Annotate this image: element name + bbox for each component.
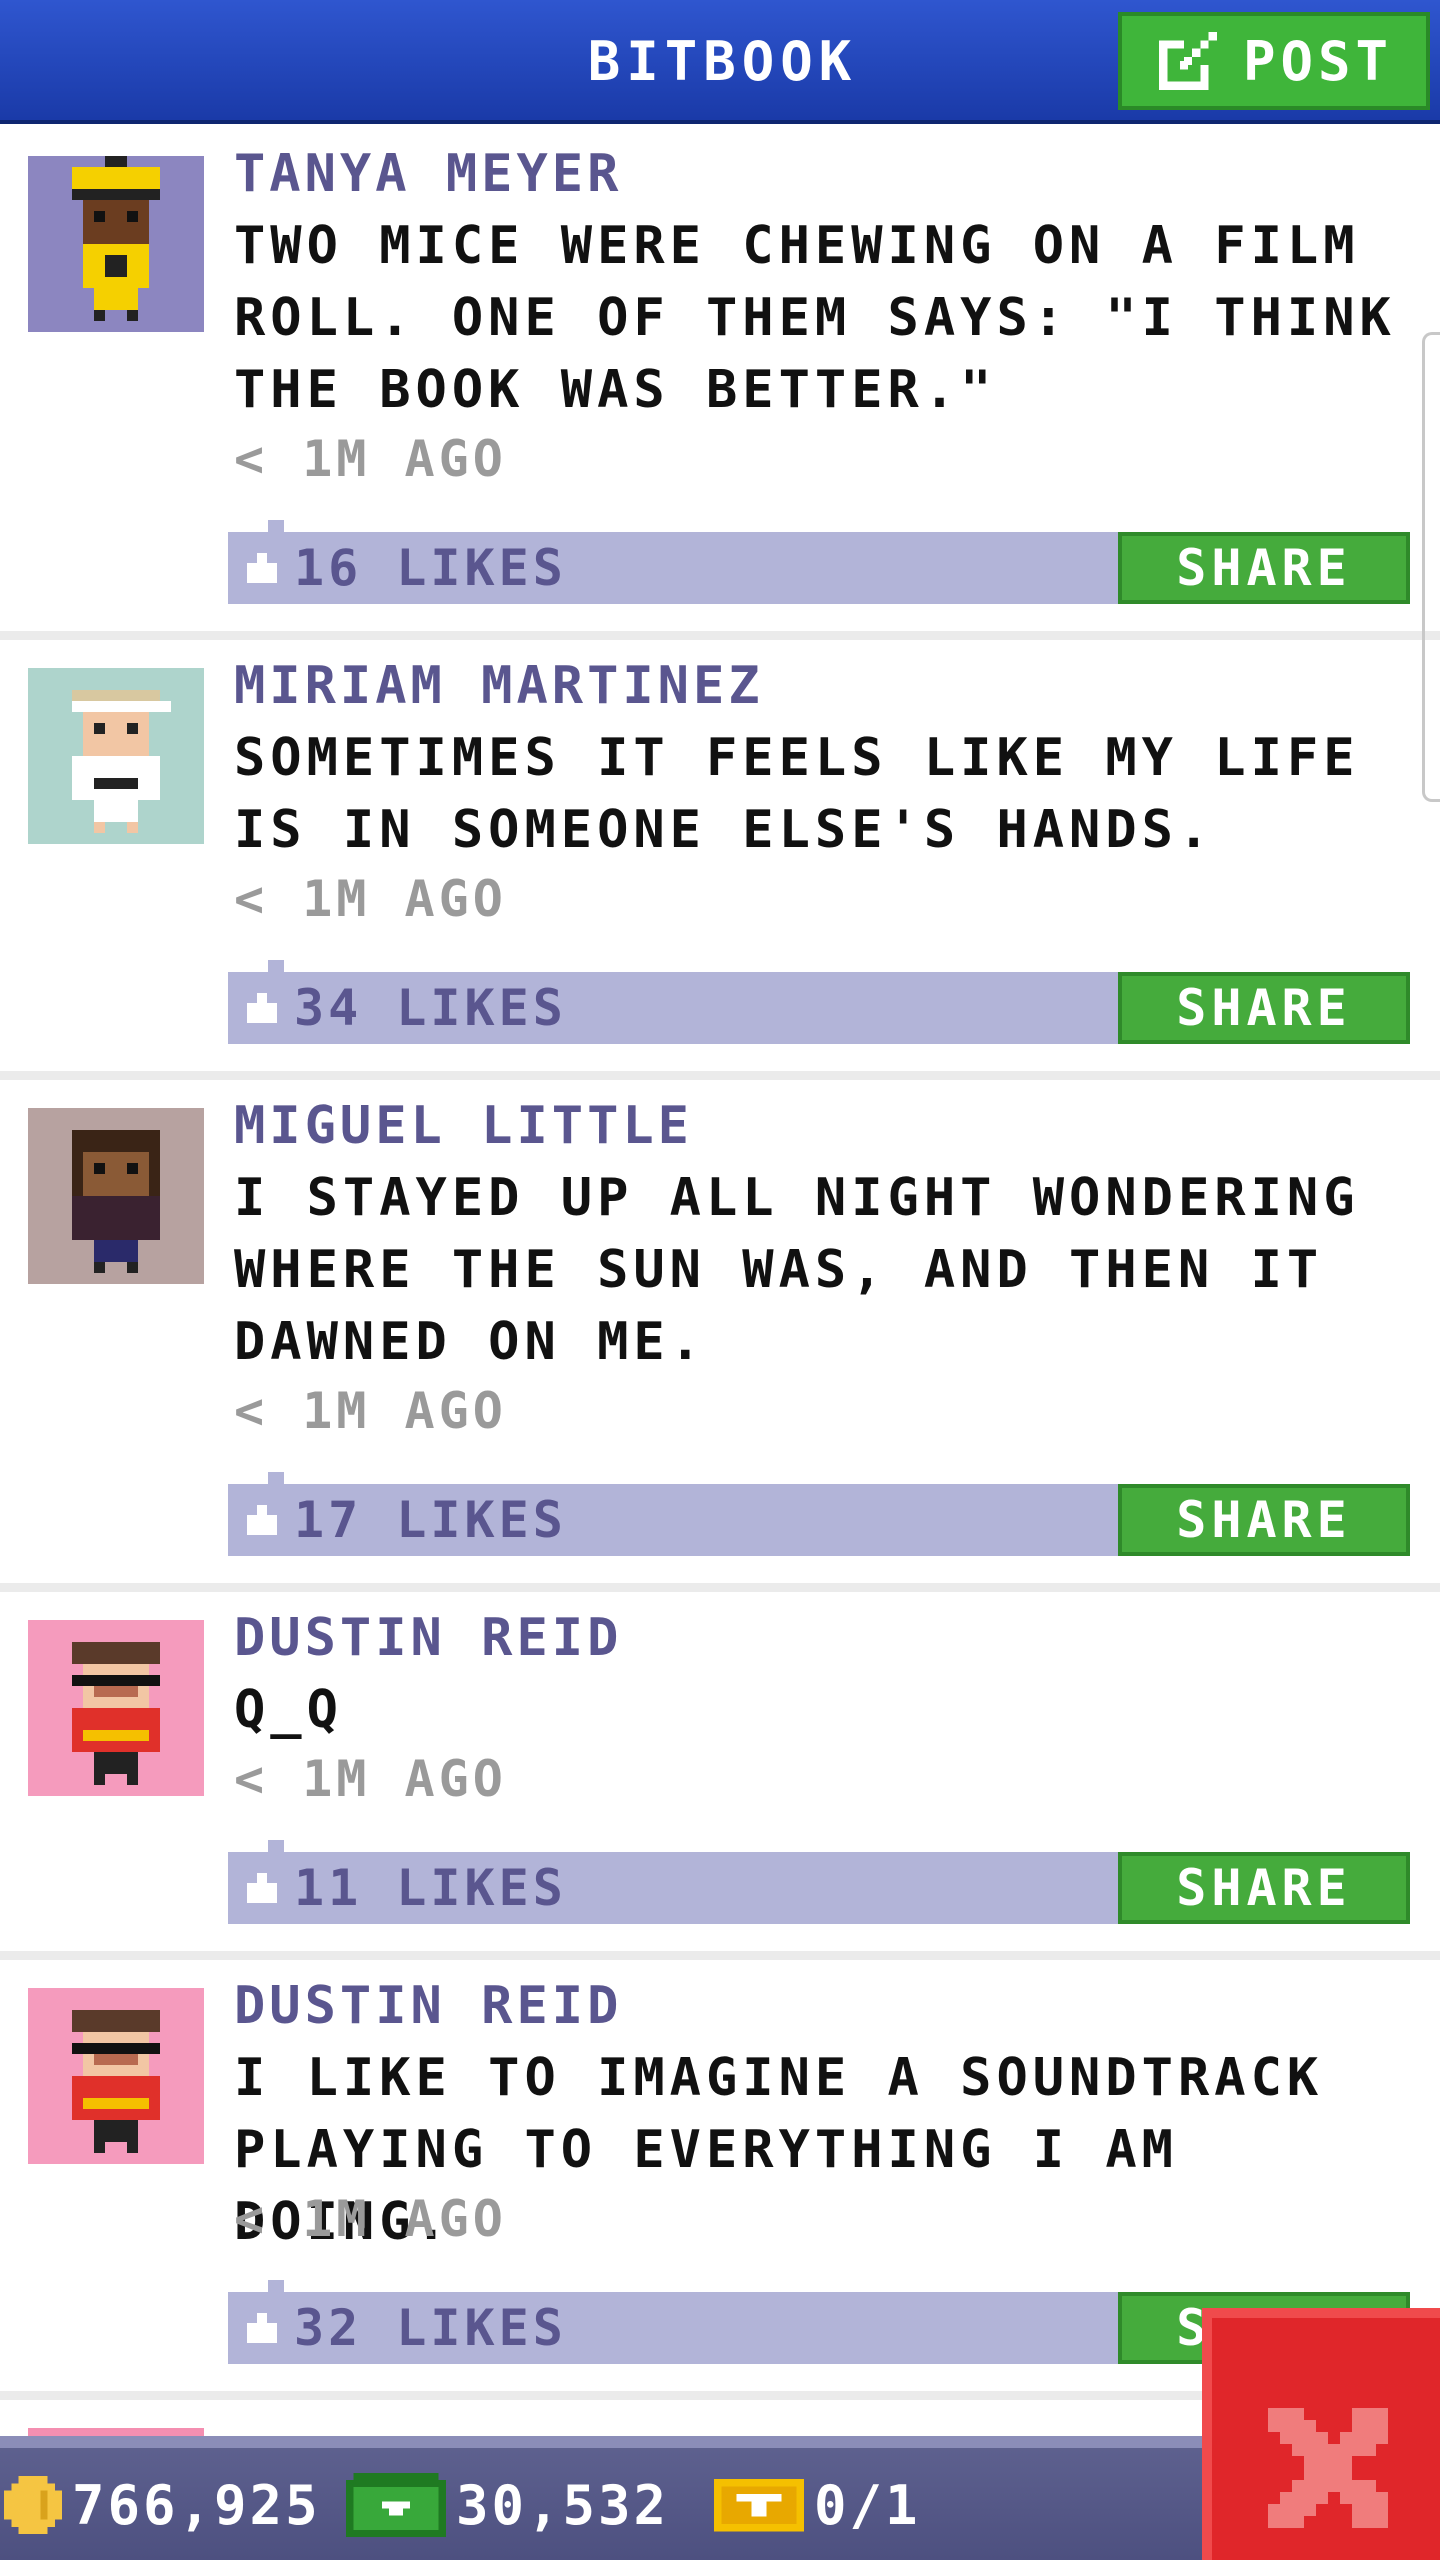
coins-stat: 766,925 — [4, 2470, 321, 2540]
like-count[interactable]: 34 LIKES — [242, 972, 567, 1044]
avatar[interactable] — [28, 1620, 204, 1796]
feed-post: DUSTIN REID Q_Q < 1M AGO 11 LIKES SHARE — [0, 1592, 1440, 1960]
post-timestamp: < 1M AGO — [234, 1382, 507, 1440]
post-author[interactable]: MIGUEL LITTLE — [234, 1096, 693, 1156]
scrollbar[interactable] — [1422, 332, 1440, 802]
tickets-value: 0/1 — [814, 2473, 921, 2537]
post-text: SOMETIMES IT FEELS LIKE MY LIFE IS IN SO… — [234, 728, 1360, 860]
post-author[interactable]: DUSTIN REID — [234, 1976, 622, 2036]
post-text: TWO MICE WERE CHEWING ON A FILM ROLL. ON… — [234, 216, 1396, 420]
like-count-label: 16 LIKES — [294, 539, 567, 597]
like-icon — [247, 553, 277, 583]
like-bar[interactable]: 17 LIKES SHARE — [228, 1472, 1410, 1556]
share-button[interactable]: SHARE — [1118, 1484, 1410, 1556]
feed-list: TANYA MEYER TWO MICE WERE CHEWING ON A F… — [0, 128, 1440, 2400]
like-count-label: 34 LIKES — [294, 979, 567, 1037]
like-icon — [247, 1505, 277, 1535]
post-author[interactable]: DUSTIN REID — [234, 1608, 622, 1668]
bux-icon — [346, 2473, 446, 2537]
avatar[interactable] — [28, 1988, 204, 2164]
post-timestamp: < 1M AGO — [234, 430, 507, 488]
like-icon — [247, 993, 277, 1023]
like-count-label: 17 LIKES — [294, 1491, 567, 1549]
feed-post: TANYA MEYER TWO MICE WERE CHEWING ON A F… — [0, 128, 1440, 640]
avatar[interactable] — [28, 156, 204, 332]
like-count[interactable]: 16 LIKES — [242, 532, 567, 604]
close-icon — [1268, 2408, 1388, 2528]
post-button-label: POST — [1242, 29, 1394, 93]
share-button[interactable]: SHARE — [1118, 1852, 1410, 1924]
ticket-icon — [714, 2478, 804, 2532]
bux-stat: 30,532 — [346, 2470, 669, 2540]
like-icon — [247, 2313, 277, 2343]
avatar[interactable] — [28, 668, 204, 844]
like-count-label: 11 LIKES — [294, 1859, 567, 1917]
like-count[interactable]: 17 LIKES — [242, 1484, 567, 1556]
like-bar[interactable]: 16 LIKES SHARE — [228, 520, 1410, 604]
app-header: BITBOOK POST — [0, 0, 1440, 124]
bux-value: 30,532 — [456, 2473, 670, 2537]
coins-value: 766,925 — [72, 2473, 321, 2537]
compose-icon — [1159, 32, 1217, 90]
post-text: I STAYED UP ALL NIGHT WONDERING WHERE TH… — [234, 1168, 1360, 1372]
feed-post: MIGUEL LITTLE I STAYED UP ALL NIGHT WOND… — [0, 1080, 1440, 1592]
post-timestamp: < 1M AGO — [234, 870, 507, 928]
like-count[interactable]: 11 LIKES — [242, 1852, 567, 1924]
post-timestamp: < 1M AGO — [234, 1750, 507, 1808]
like-icon — [247, 1873, 277, 1903]
like-bar[interactable]: 11 LIKES SHARE — [228, 1840, 1410, 1924]
feed-post: MIRIAM MARTINEZ SOMETIMES IT FEELS LIKE … — [0, 640, 1440, 1080]
like-count[interactable]: 32 LIKES — [242, 2292, 567, 2364]
post-timestamp: < 1M AGO — [234, 2190, 507, 2248]
post-text: Q_Q — [234, 1680, 343, 1740]
tickets-stat: 0/1 — [714, 2470, 921, 2540]
like-bar[interactable]: 34 LIKES SHARE — [228, 960, 1410, 1044]
avatar[interactable] — [28, 1108, 204, 1284]
share-button[interactable]: SHARE — [1118, 532, 1410, 604]
share-button[interactable]: SHARE — [1118, 972, 1410, 1044]
post-author[interactable]: MIRIAM MARTINEZ — [234, 656, 764, 716]
coin-icon — [4, 2476, 62, 2534]
close-button[interactable] — [1202, 2308, 1440, 2560]
post-author[interactable]: TANYA MEYER — [234, 144, 622, 204]
post-button[interactable]: POST — [1118, 12, 1430, 110]
like-count-label: 32 LIKES — [294, 2299, 567, 2357]
